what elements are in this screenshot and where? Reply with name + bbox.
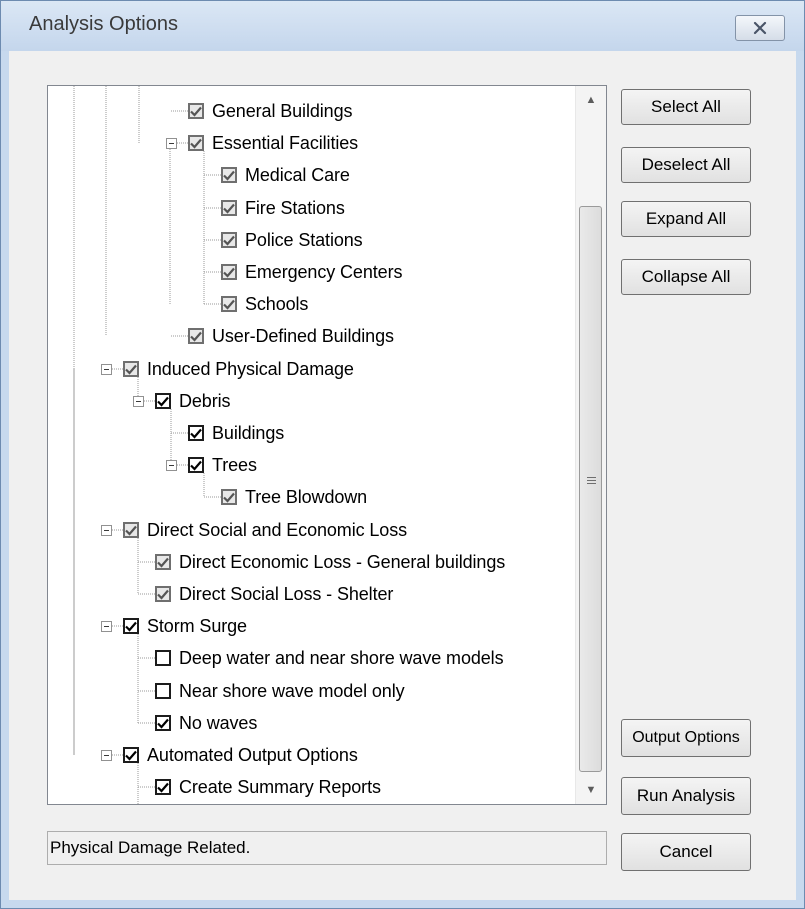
tree-collapse-icon[interactable] <box>166 460 177 471</box>
tree-item[interactable]: Direct Social and Economic Loss <box>123 517 407 543</box>
tree-item[interactable]: Essential Facilities <box>188 130 358 156</box>
tree-item-label: Debris <box>179 390 231 411</box>
tree-item[interactable]: Schools <box>221 291 308 317</box>
checkbox-checked-icon[interactable] <box>188 457 204 473</box>
tree-collapse-icon[interactable] <box>101 364 112 375</box>
tree-item[interactable]: Create Summary Reports <box>155 774 381 800</box>
checkbox-checked-icon[interactable] <box>123 747 139 763</box>
run-analysis-button[interactable]: Run Analysis <box>621 777 751 815</box>
tree-item-label: Police Stations <box>245 229 363 250</box>
checkbox-checked-icon[interactable] <box>188 425 204 441</box>
scroll-down-arrow-icon[interactable]: ▼ <box>576 776 606 804</box>
scroll-up-arrow-icon[interactable]: ▲ <box>576 86 606 114</box>
tree-item[interactable]: User-Defined Buildings <box>188 323 394 349</box>
checkbox-checked-icon[interactable] <box>221 296 237 312</box>
tree-item[interactable]: No waves <box>155 710 257 736</box>
tree-item-label: Essential Facilities <box>212 132 359 153</box>
checkbox-checked-icon[interactable] <box>221 489 237 505</box>
checkbox-checked-icon[interactable] <box>155 779 171 795</box>
tree-item-label: Direct Social and Economic Loss <box>147 519 408 540</box>
scrollbar-thumb[interactable] <box>579 206 602 772</box>
window-title: Analysis Options <box>29 13 178 35</box>
cancel-button[interactable]: Cancel <box>621 833 751 871</box>
checkbox-checked-icon[interactable] <box>155 554 171 570</box>
tree-vertical-scrollbar[interactable]: ▲ ▼ <box>575 86 606 804</box>
checkbox-checked-icon[interactable] <box>188 328 204 344</box>
checkbox-unchecked-icon[interactable] <box>155 650 171 666</box>
tree-item[interactable]: General Buildings <box>188 98 352 124</box>
checkbox-checked-icon[interactable] <box>188 135 204 151</box>
analysis-tree[interactable]: General Buildings Essential Facilities Med… <box>47 85 607 805</box>
tree-item-label: Create Summary Reports <box>179 776 381 797</box>
tree-item-label: Deep water and near shore wave models <box>179 647 504 668</box>
tree-item[interactable]: Induced Physical Damage <box>123 356 354 382</box>
scrollbar-grip-icon <box>587 477 596 484</box>
tree-item-label: General Buildings <box>212 100 353 121</box>
status-text: Physical Damage Related. <box>50 838 251 857</box>
status-bar: Physical Damage Related. <box>47 831 607 865</box>
dialog-body: General Buildings Essential Facilities Med… <box>9 51 796 900</box>
tree-item[interactable]: Fire Stations <box>221 195 345 221</box>
tree-item-label: Medical Care <box>245 164 350 185</box>
tree-item-label: Near shore wave model only <box>179 680 405 701</box>
tree-item[interactable]: Direct Social Loss - Shelter <box>155 581 393 607</box>
tree-item[interactable]: Emergency Centers <box>221 259 402 285</box>
tree-item-label: Schools <box>245 293 309 314</box>
tree-item[interactable]: Tree Blowdown <box>221 484 367 510</box>
expand-all-button[interactable]: Expand All <box>621 201 751 237</box>
title-bar: Analysis Options <box>1 1 804 51</box>
tree-item[interactable]: Direct Economic Loss - General buildings <box>155 549 505 575</box>
tree-item-label: Direct Social Loss - Shelter <box>179 583 394 604</box>
tree-item[interactable]: Debris <box>155 388 231 414</box>
tree-item-label: User-Defined Buildings <box>212 325 394 346</box>
close-icon <box>753 21 767 35</box>
tree-item[interactable]: Trees <box>188 452 257 478</box>
tree-item[interactable]: Medical Care <box>221 162 350 188</box>
tree-item-label: Tree Blowdown <box>245 486 368 507</box>
checkbox-checked-icon[interactable] <box>123 361 139 377</box>
tree-collapse-icon[interactable] <box>101 525 112 536</box>
checkbox-checked-icon[interactable] <box>155 393 171 409</box>
tree-item[interactable]: Storm Surge <box>123 613 247 639</box>
output-options-button[interactable]: Output Options <box>621 719 751 757</box>
close-button[interactable] <box>735 15 785 41</box>
analysis-options-window: Analysis Options General Buildings Essent… <box>0 0 805 909</box>
tree-item-label: Fire Stations <box>245 197 345 218</box>
tree-item[interactable]: Police Stations <box>221 227 363 253</box>
checkbox-checked-icon[interactable] <box>155 715 171 731</box>
tree-collapse-icon[interactable] <box>101 621 112 632</box>
collapse-all-button[interactable]: Collapse All <box>621 259 751 295</box>
tree-item-label: No waves <box>179 712 258 733</box>
tree-collapse-icon[interactable] <box>166 138 177 149</box>
tree-item[interactable]: Deep water and near shore wave models <box>155 645 504 671</box>
tree-item-label: Trees <box>212 454 257 475</box>
checkbox-checked-icon[interactable] <box>221 200 237 216</box>
tree-item[interactable]: Buildings <box>188 420 284 446</box>
tree-item-label: Storm Surge <box>147 615 247 636</box>
checkbox-checked-icon[interactable] <box>123 522 139 538</box>
tree-item-label: Buildings <box>212 422 285 443</box>
tree-item[interactable]: Near shore wave model only <box>155 678 405 704</box>
tree-collapse-icon[interactable] <box>133 396 144 407</box>
tree-item[interactable]: Automated Output Options <box>123 742 358 768</box>
tree-collapse-icon[interactable] <box>101 750 112 761</box>
checkbox-checked-icon[interactable] <box>123 618 139 634</box>
tree-item-label: Automated Output Options <box>147 744 358 765</box>
tree-item-label: Induced Physical Damage <box>147 358 354 379</box>
select-all-button[interactable]: Select All <box>621 89 751 125</box>
checkbox-checked-icon[interactable] <box>221 232 237 248</box>
checkbox-checked-icon[interactable] <box>188 103 204 119</box>
checkbox-checked-icon[interactable] <box>155 586 171 602</box>
checkbox-unchecked-icon[interactable] <box>155 683 171 699</box>
tree-item-label: Direct Economic Loss - General buildings <box>179 551 506 572</box>
deselect-all-button[interactable]: Deselect All <box>621 147 751 183</box>
checkbox-checked-icon[interactable] <box>221 264 237 280</box>
checkbox-checked-icon[interactable] <box>221 167 237 183</box>
tree-item-label: Emergency Centers <box>245 261 403 282</box>
